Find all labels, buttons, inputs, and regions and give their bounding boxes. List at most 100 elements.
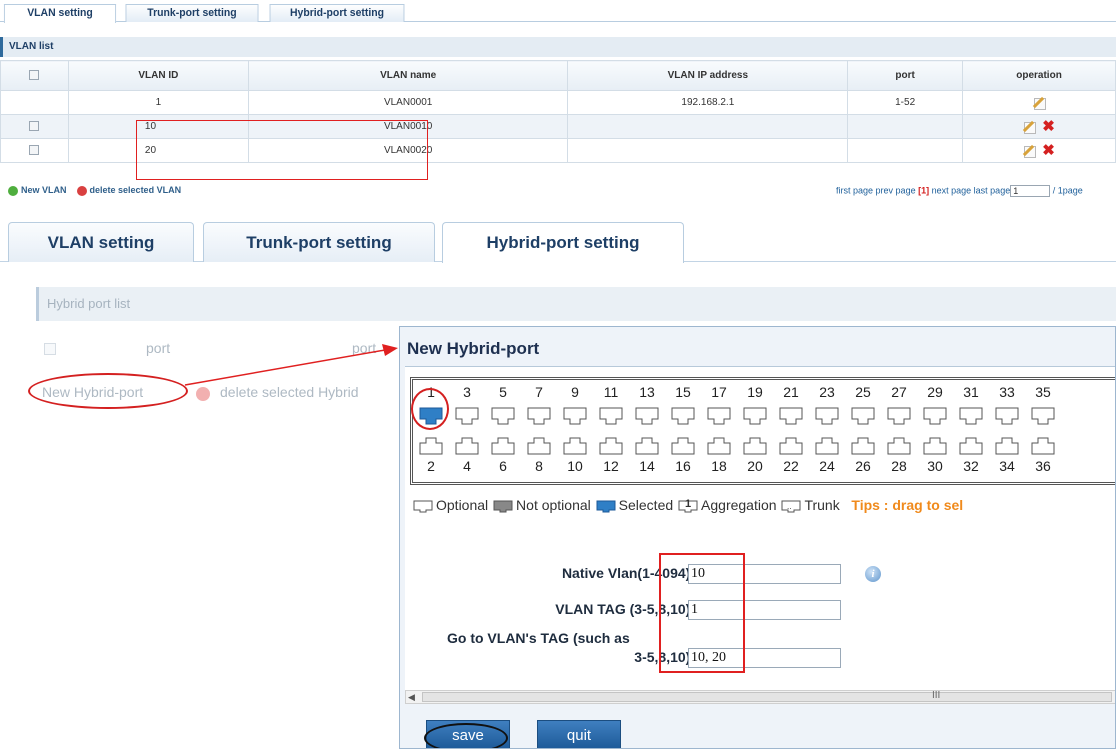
page-input[interactable]: 1 bbox=[1010, 185, 1051, 197]
port-10[interactable] bbox=[563, 436, 587, 456]
port-number-label: 4 bbox=[463, 458, 471, 474]
port-21[interactable] bbox=[779, 406, 803, 426]
port-28[interactable] bbox=[887, 436, 911, 456]
not-optional-port-icon bbox=[492, 498, 514, 514]
port-2[interactable] bbox=[419, 436, 443, 456]
port-16[interactable] bbox=[671, 436, 695, 456]
port-26[interactable] bbox=[851, 436, 875, 456]
port-34[interactable] bbox=[995, 436, 1019, 456]
port-9[interactable] bbox=[563, 406, 587, 426]
first-page-link[interactable]: first page bbox=[836, 185, 873, 195]
port-17[interactable] bbox=[707, 406, 731, 426]
port-31[interactable] bbox=[959, 406, 983, 426]
port-number-label: 8 bbox=[535, 458, 543, 474]
port-3[interactable] bbox=[455, 406, 479, 426]
row-checkbox[interactable] bbox=[29, 121, 40, 132]
main-tab-bar: VLAN setting Trunk-port setting Hybrid-p… bbox=[0, 220, 1116, 263]
row-checkbox[interactable] bbox=[29, 145, 40, 156]
dialog-title: New Hybrid-port bbox=[407, 339, 540, 358]
drag-tips: Tips : drag to sel bbox=[851, 497, 964, 513]
tab-trunk-port-setting-small[interactable]: Trunk-port setting bbox=[125, 4, 259, 22]
cell-port bbox=[847, 114, 964, 139]
total-pages: / 1page bbox=[1052, 185, 1083, 196]
tab-vlan-setting-small[interactable]: VLAN setting bbox=[3, 4, 117, 23]
quit-button[interactable]: quit bbox=[537, 720, 621, 748]
top-tab-bar: VLAN setting Trunk-port setting Hybrid-p… bbox=[0, 0, 1116, 23]
select-all-checkbox[interactable] bbox=[29, 70, 40, 81]
col-vlan-name: VLAN name bbox=[247, 60, 569, 91]
port-29[interactable] bbox=[923, 406, 947, 426]
edit-icon[interactable] bbox=[1023, 144, 1037, 158]
annotation-highlight-inputs bbox=[659, 553, 745, 673]
port-35[interactable] bbox=[1031, 406, 1055, 426]
delete-icon[interactable]: ✖ bbox=[1042, 119, 1055, 134]
port-number-label: 34 bbox=[999, 458, 1015, 474]
new-hybrid-port-dialog: New Hybrid-port 1 3 5 7 9 11 13 15 17 19 21 23 25 27 2… bbox=[399, 326, 1116, 749]
scroll-left-arrow-icon[interactable]: ◀ bbox=[408, 692, 415, 703]
port-number-label: 3 bbox=[463, 384, 471, 400]
port-number-label: 6 bbox=[499, 458, 507, 474]
port-7[interactable] bbox=[527, 406, 551, 426]
port-13[interactable] bbox=[635, 406, 659, 426]
port-number-label: 12 bbox=[603, 458, 619, 474]
port-36[interactable] bbox=[1031, 436, 1055, 456]
info-icon[interactable]: i bbox=[865, 566, 881, 582]
port-27[interactable] bbox=[887, 406, 911, 426]
tab-hybrid-port-setting-small[interactable]: Hybrid-port setting bbox=[269, 4, 405, 22]
next-page-link[interactable]: next page bbox=[932, 185, 972, 195]
port-15[interactable] bbox=[671, 406, 695, 426]
port-23[interactable] bbox=[815, 406, 839, 426]
col-operation: operation bbox=[962, 60, 1116, 91]
cell-operation bbox=[962, 90, 1116, 115]
horizontal-scrollbar[interactable]: ◀ III bbox=[405, 690, 1115, 704]
port-32[interactable] bbox=[959, 436, 983, 456]
scrollbar-thumb[interactable] bbox=[422, 692, 1112, 702]
cell-operation: ✖ bbox=[962, 138, 1116, 163]
delete-selected-vlan-button[interactable]: delete selected VLAN bbox=[76, 185, 181, 196]
port-number-label: 2 bbox=[427, 458, 435, 474]
port-6[interactable] bbox=[491, 436, 515, 456]
tab-trunk-port-setting[interactable]: Trunk-port setting bbox=[203, 222, 435, 262]
trunk-port-icon: .. bbox=[780, 498, 802, 514]
tab-vlan-setting[interactable]: VLAN setting bbox=[8, 222, 194, 262]
port-20[interactable] bbox=[743, 436, 767, 456]
tab-hybrid-port-setting[interactable]: Hybrid-port setting bbox=[442, 222, 684, 263]
col-port: port bbox=[847, 60, 964, 91]
port-number-label: 7 bbox=[535, 384, 543, 400]
port-25[interactable] bbox=[851, 406, 875, 426]
hybrid-select-all-checkbox[interactable] bbox=[44, 343, 56, 355]
new-vlan-button[interactable]: New VLAN bbox=[8, 185, 67, 196]
port-22[interactable] bbox=[779, 436, 803, 456]
annotation-highlight-vlans bbox=[136, 120, 428, 180]
port-5[interactable] bbox=[491, 406, 515, 426]
delete-icon[interactable]: ✖ bbox=[1042, 143, 1055, 158]
port-30[interactable] bbox=[923, 436, 947, 456]
edit-icon[interactable] bbox=[1023, 120, 1037, 134]
selected-port-icon bbox=[595, 498, 617, 514]
port-33[interactable] bbox=[995, 406, 1019, 426]
goto-vlan-tag-label: Go to VLAN's TAG (such as bbox=[447, 630, 630, 646]
port-8[interactable] bbox=[527, 436, 551, 456]
vlan-actions: New VLAN delete selected VLAN bbox=[8, 185, 181, 196]
port-18[interactable] bbox=[707, 436, 731, 456]
cell-port: 1-52 bbox=[847, 90, 964, 115]
port-number-label: 20 bbox=[747, 458, 763, 474]
port-11[interactable] bbox=[599, 406, 623, 426]
select-all-cell bbox=[0, 60, 69, 91]
remove-icon bbox=[76, 185, 87, 196]
port-24[interactable] bbox=[815, 436, 839, 456]
table-row: 1 VLAN0001 192.168.2.1 1-52 bbox=[0, 90, 1116, 115]
port-14[interactable] bbox=[635, 436, 659, 456]
port-number-label: 26 bbox=[855, 458, 871, 474]
last-page-link[interactable]: last page bbox=[974, 185, 1011, 195]
port-number-label: 28 bbox=[891, 458, 907, 474]
port-number-label: 5 bbox=[499, 384, 507, 400]
port-number-label: 30 bbox=[927, 458, 943, 474]
prev-page-link[interactable]: prev page bbox=[876, 185, 916, 195]
port-4[interactable] bbox=[455, 436, 479, 456]
edit-icon[interactable] bbox=[1033, 96, 1046, 110]
port-number-label: 24 bbox=[819, 458, 835, 474]
port-19[interactable] bbox=[743, 406, 767, 426]
port-12[interactable] bbox=[599, 436, 623, 456]
hybrid-col-port: port bbox=[146, 340, 171, 356]
